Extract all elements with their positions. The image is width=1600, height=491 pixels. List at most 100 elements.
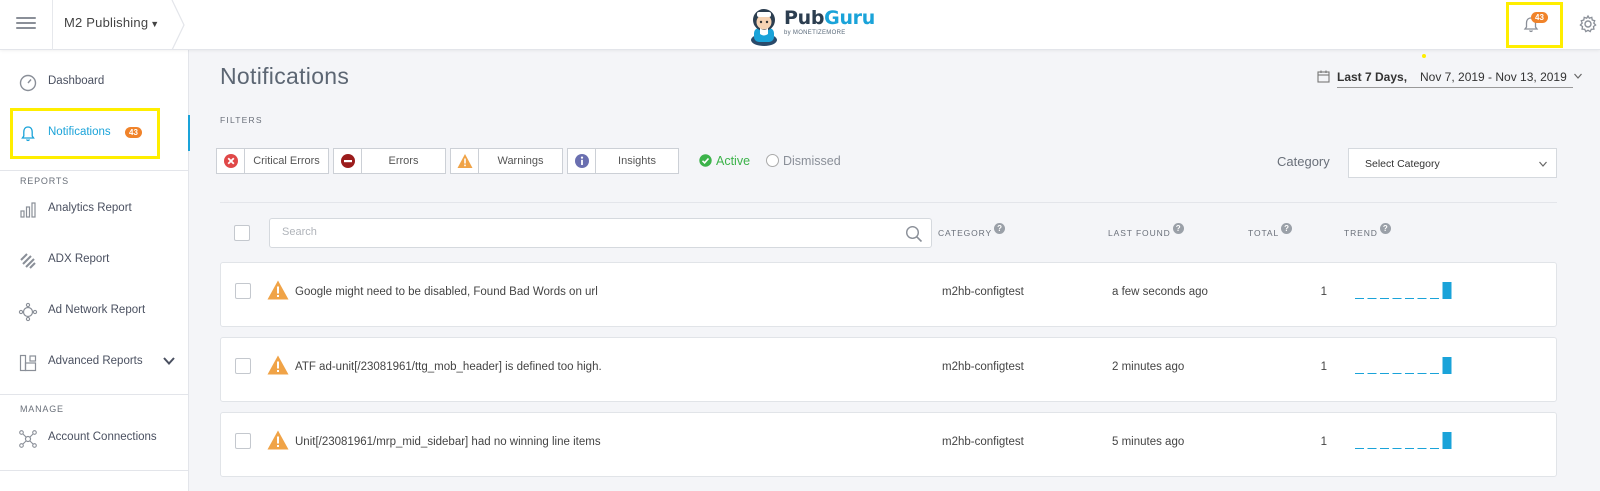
notification-category: m2hb-configtest xyxy=(942,286,1024,298)
help-question-icon[interactable]: ? xyxy=(1281,223,1293,234)
notification-total: 1 xyxy=(1320,361,1327,373)
category-select[interactable]: Select Category xyxy=(1348,148,1557,178)
chevron-down-icon xyxy=(1539,161,1547,167)
select-all-checkbox[interactable] xyxy=(234,225,250,241)
sidebar-item-label: Ad Network Report xyxy=(48,304,146,316)
trend-bar xyxy=(1442,357,1452,374)
filter-label: Warnings xyxy=(497,155,544,167)
breadcrumb-chevron-icon xyxy=(171,0,185,50)
help-question-icon[interactable]: ? xyxy=(994,223,1006,234)
info-icon xyxy=(575,154,589,168)
sidebar-item-ad-network-report[interactable]: Ad Network Report xyxy=(0,291,189,331)
search-box xyxy=(269,218,932,248)
sidebar: Dashboard Notifications 43 REPORTS Analy… xyxy=(0,50,190,491)
connections-icon xyxy=(19,430,37,448)
checked-circle-icon xyxy=(699,154,712,167)
notifications-bell-button[interactable]: 43 xyxy=(1506,2,1563,48)
notification-message: Unit[/23081961/mrp_mid_sidebar] had no w… xyxy=(295,436,601,448)
column-header-label: TREND xyxy=(1344,228,1378,238)
calendar-icon xyxy=(1317,70,1330,83)
sidebar-divider xyxy=(0,170,189,171)
filter-icon-cell xyxy=(334,149,362,173)
sidebar-divider xyxy=(0,470,189,471)
notification-total: 1 xyxy=(1320,286,1327,298)
section-divider xyxy=(220,202,1557,203)
warning-triangle-icon xyxy=(267,355,289,375)
sidebar-item-adx-report[interactable]: ADX Report xyxy=(0,240,189,280)
filter-label: Errors xyxy=(388,155,419,167)
sidebar-item-label: Account Connections xyxy=(48,431,157,443)
chevron-down-icon xyxy=(1574,73,1582,79)
column-header-category[interactable]: CATEGORY? xyxy=(938,223,1006,239)
date-range-picker[interactable]: Last 7 Days, Nov 7, 2019 - Nov 13, 2019 xyxy=(1317,68,1583,88)
dashboard-gauge-icon xyxy=(19,74,37,92)
gear-icon[interactable] xyxy=(1578,14,1598,34)
filter-critical-errors-button[interactable]: Critical Errors xyxy=(216,148,329,174)
sidebar-item-label: Advanced Reports xyxy=(48,355,143,367)
notification-total: 1 xyxy=(1320,436,1327,448)
column-header-trend[interactable]: TREND? xyxy=(1344,223,1391,239)
brand-name: PubGuru xyxy=(784,7,875,29)
sidebar-divider xyxy=(0,394,189,395)
category-select-value: Select Category xyxy=(1365,158,1440,170)
sidebar-item-analytics-report[interactable]: Analytics Report xyxy=(0,189,189,229)
topbar-divider xyxy=(52,0,53,50)
sidebar-item-notifications[interactable]: Notifications 43 xyxy=(0,113,190,153)
reports-section-title: REPORTS xyxy=(20,176,69,186)
trend-bar xyxy=(1442,282,1452,299)
help-question-icon[interactable]: ? xyxy=(1172,223,1184,234)
help-question-icon[interactable]: ? xyxy=(1379,223,1391,234)
ad-network-icon xyxy=(18,302,38,322)
search-input[interactable] xyxy=(282,226,882,238)
notification-last-found: 2 minutes ago xyxy=(1112,361,1185,373)
publisher-name: M2 Publishing xyxy=(64,15,149,30)
notification-last-found: a few seconds ago xyxy=(1112,286,1208,298)
notification-row[interactable]: Google might need to be disabled, Found … xyxy=(220,262,1557,327)
column-header-total[interactable]: TOTAL? xyxy=(1248,223,1293,239)
sidebar-item-label: Dashboard xyxy=(48,75,105,87)
warning-triangle-icon xyxy=(457,154,473,168)
column-header-label: CATEGORY xyxy=(938,228,993,238)
bell-icon xyxy=(21,126,35,142)
warning-triangle-icon xyxy=(267,280,289,300)
row-checkbox[interactable] xyxy=(235,283,251,299)
page-title: Notifications xyxy=(220,63,350,89)
trend-sparkline xyxy=(1355,432,1452,449)
notification-row[interactable]: ATF ad-unit[/23081961/ttg_mob_header] is… xyxy=(220,337,1557,402)
notification-last-found: 5 minutes ago xyxy=(1112,436,1185,448)
warning-triangle-icon xyxy=(267,430,289,450)
sidebar-item-dashboard[interactable]: Dashboard xyxy=(0,62,189,102)
row-checkbox[interactable] xyxy=(235,358,251,374)
critical-error-icon xyxy=(224,154,238,168)
sidebar-item-label: Analytics Report xyxy=(48,202,132,214)
notification-row[interactable]: Unit[/23081961/mrp_mid_sidebar] had no w… xyxy=(220,412,1557,477)
sidebar-item-advanced-reports[interactable]: Advanced Reports xyxy=(0,342,189,382)
row-checkbox[interactable] xyxy=(235,433,251,449)
sidebar-item-label: ADX Report xyxy=(48,253,110,265)
date-underline xyxy=(1337,87,1573,88)
column-header-last-found[interactable]: LAST FOUND? xyxy=(1108,223,1184,239)
filter-icon-cell xyxy=(568,149,596,173)
search-icon[interactable] xyxy=(905,225,923,243)
filter-label: Insights xyxy=(618,155,656,167)
trend-sparkline xyxy=(1355,282,1452,299)
brand-byline: by MONETIZEMORE xyxy=(784,30,846,36)
hamburger-menu-icon[interactable] xyxy=(16,17,36,31)
filter-warnings-button[interactable]: Warnings xyxy=(450,148,563,174)
publisher-selector[interactable]: M2 Publishing ▼ xyxy=(64,15,159,30)
sidebar-item-label: Notifications xyxy=(48,126,111,138)
bar-chart-icon xyxy=(20,202,36,218)
notification-message: Google might need to be disabled, Found … xyxy=(295,286,598,298)
manage-section-title: MANAGE xyxy=(20,404,64,414)
filter-errors-button[interactable]: Errors xyxy=(333,148,446,174)
chevron-down-icon[interactable] xyxy=(162,354,176,368)
filter-label: Critical Errors xyxy=(253,155,320,167)
advanced-reports-icon xyxy=(19,354,37,372)
pubguru-logo[interactable]: PubGuru by MONETIZEMORE xyxy=(748,4,875,46)
filter-insights-button[interactable]: Insights xyxy=(567,148,679,174)
date-range-value: Nov 7, 2019 - Nov 13, 2019 xyxy=(1420,70,1567,84)
sidebar-item-account-connections[interactable]: Account Connections xyxy=(0,418,189,458)
error-minus-icon xyxy=(341,154,355,168)
trend-bar xyxy=(1442,432,1452,449)
status-option-label: Dismissed xyxy=(783,154,841,168)
